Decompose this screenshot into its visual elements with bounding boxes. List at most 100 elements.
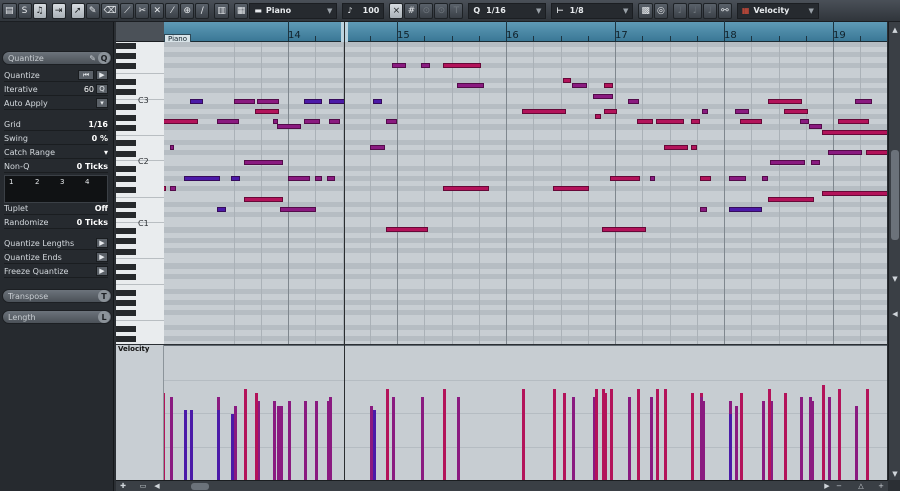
black-key[interactable] [116,227,136,234]
non-q-value[interactable]: 0 Ticks [77,162,108,171]
midi-note[interactable] [373,98,382,104]
black-key[interactable] [116,166,136,173]
velocity-bar[interactable] [572,397,576,480]
velocity-bar[interactable] [628,397,632,480]
midi-note[interactable] [700,206,707,212]
velocity-bar[interactable] [729,413,733,480]
velocity-bar[interactable] [649,397,653,480]
quantize-select[interactable]: Q 1/16 ▼ [468,2,547,19]
autoscroll-icon[interactable]: ⇥ [51,2,66,19]
midi-note[interactable] [217,119,239,125]
velocity-bar[interactable] [636,389,640,480]
horizontal-scrollbar[interactable]: ✚ ▭ ◀ ▶ − △ + [116,480,888,491]
add-lane-icon[interactable]: ✚ [118,481,128,490]
midi-note[interactable] [442,186,489,192]
midi-note[interactable] [164,186,166,192]
grid-value[interactable]: 1/16 [88,120,108,129]
midi-note[interactable] [304,98,322,104]
velocity-bar[interactable] [865,389,869,480]
quantize-lengths-row[interactable]: Quantize Lengths ▶ [4,237,108,250]
midi-note[interactable] [217,206,226,212]
velocity-bar[interactable] [740,393,744,480]
play-icon[interactable]: ▶ [96,266,108,276]
midi-note[interactable] [288,175,310,181]
mute-icon[interactable]: ✕ [150,2,165,19]
velocity-bar[interactable] [601,389,605,480]
midi-note[interactable] [729,206,763,212]
velocity-bar[interactable] [327,401,331,480]
midi-note[interactable] [601,227,646,233]
acoustic-feedback-icon[interactable]: ♫ [32,2,47,19]
midi-note[interactable] [164,119,198,125]
solo-icon[interactable]: S [17,2,32,19]
zoom-out-icon[interactable]: − [834,481,844,490]
transpose-section-header[interactable]: Transpose T [2,289,112,303]
iterative-value[interactable]: 60 [84,85,94,94]
midi-note[interactable] [769,160,805,166]
velocity-bar[interactable] [552,389,556,480]
black-key[interactable] [116,124,136,131]
velocity-bar[interactable] [700,397,704,480]
black-key[interactable] [116,263,136,270]
black-key[interactable] [116,202,136,209]
midi-note[interactable] [809,124,823,130]
velocity-bar[interactable] [562,393,566,480]
black-key[interactable] [116,42,136,49]
hash-icon[interactable]: # [404,2,419,19]
black-key[interactable] [116,114,136,121]
quantize-row[interactable]: Quantize ⏮ ▶ [4,69,108,82]
iterative-row[interactable]: Iterative 60 Q [4,83,108,96]
snap-mode-icon[interactable]: ⊙ [419,2,434,19]
vertical-scroll-thumb[interactable] [891,150,899,240]
black-key[interactable] [116,325,136,332]
midi-note[interactable] [420,62,430,68]
black-key[interactable] [116,274,136,281]
velocity-bar[interactable] [609,389,613,480]
midi-note[interactable] [609,175,641,181]
velocity-bar[interactable] [595,389,599,480]
midi-note[interactable] [369,145,385,150]
midi-note[interactable] [255,108,280,114]
midi-note[interactable] [595,114,601,120]
black-key[interactable] [116,336,136,343]
black-key[interactable] [116,150,136,157]
zoom-slider-icon[interactable]: △ [856,481,866,490]
midi-note[interactable] [522,108,566,114]
midi-note[interactable] [456,83,485,89]
auto-apply-dropdown-icon[interactable]: ▾ [96,98,108,108]
snap-icon[interactable]: ⨯ [389,2,404,19]
midi-note[interactable] [170,145,174,150]
velocity-bar[interactable] [420,397,424,480]
quantize-section-header[interactable]: Quantize ✎ Q [2,51,112,65]
midi-note[interactable] [691,119,701,125]
midi-note[interactable] [702,108,708,114]
velocity-bar[interactable] [170,397,174,480]
lane-presets-icon[interactable]: ▭ [138,481,148,490]
velocity-bar[interactable] [386,389,390,480]
midi-note[interactable] [562,78,572,84]
midi-note[interactable] [691,145,697,150]
velocity-bar[interactable] [838,389,842,480]
drum-note-a-icon[interactable]: ♩ [672,2,687,19]
indicate-transpositions-icon[interactable]: ◎ [653,2,668,19]
midi-note[interactable] [854,98,873,104]
midi-note[interactable] [628,98,639,104]
velocity-bar[interactable] [762,401,766,480]
step-input-icon[interactable]: ▥ [214,2,229,19]
black-key[interactable] [116,52,136,59]
midi-note[interactable] [636,119,654,125]
velocity-bar[interactable] [783,393,787,480]
midi-note[interactable] [170,186,176,192]
freeze-quantize-row[interactable]: Freeze Quantize ▶ [4,265,108,278]
midi-note[interactable] [783,108,808,114]
wrench-icon[interactable]: ✎ [89,54,96,63]
midi-note[interactable] [231,175,241,181]
velocity-bar[interactable] [184,409,188,480]
horizontal-scroll-thumb[interactable] [191,483,209,490]
velocity-bar[interactable] [391,397,395,480]
grid-icon[interactable]: ▤ [2,2,17,19]
split-icon[interactable]: ✂ [135,2,150,19]
velocity-bar[interactable] [522,389,526,480]
non-q-row[interactable]: Non-Q 0 Ticks [4,160,108,173]
play-icon[interactable]: ▶ [96,238,108,248]
